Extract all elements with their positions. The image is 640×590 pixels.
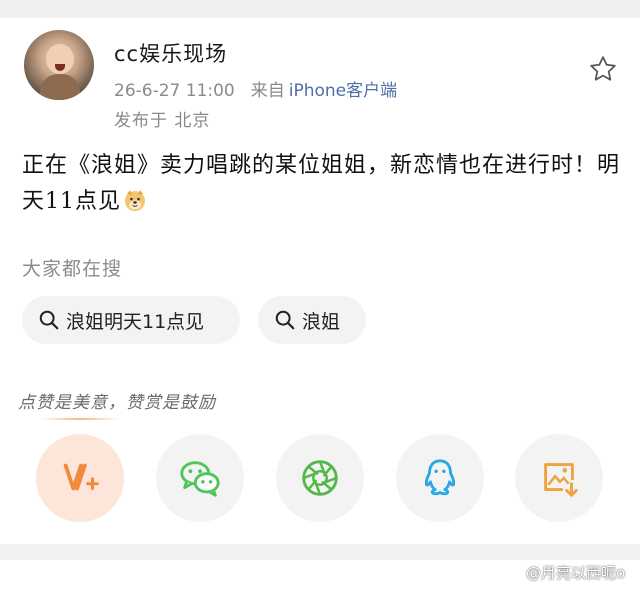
search-icon — [275, 310, 295, 330]
share-wechat-button[interactable] — [156, 434, 244, 522]
doge-emoji-icon — [125, 190, 145, 211]
user-avatar[interactable] — [24, 30, 94, 100]
search-chip-label: 浪姐 — [302, 310, 341, 333]
share-moments-button[interactable] — [276, 434, 364, 522]
search-chip[interactable]: 浪姐明天11点见 — [22, 296, 240, 344]
share-qq-button[interactable] — [396, 434, 484, 522]
search-icon — [39, 310, 59, 330]
post-timestamp: 26-6-27 11:00 — [114, 81, 235, 101]
post-content: 正在《浪姐》卖力唱跳的某位姐姐，新恋情也在进行时！明天11点见 — [22, 148, 622, 220]
vplus-icon — [63, 463, 99, 491]
username[interactable]: cc娱乐现场 — [114, 38, 227, 68]
weibo-watermark: @月亮以西呢o — [500, 562, 625, 583]
wechat-icon — [180, 461, 220, 497]
save-image-button[interactable] — [515, 434, 603, 522]
qq-icon — [424, 459, 456, 496]
favorite-star-icon[interactable] — [588, 54, 618, 84]
trending-search-label: 大家都在搜 — [22, 258, 123, 280]
reward-tip-underline — [40, 418, 120, 420]
reward-tip: 点赞是美意，赞赏是鼓励 — [18, 393, 216, 413]
moments-icon — [302, 460, 338, 496]
avatar-body — [40, 74, 80, 100]
reward-vplus-button[interactable] — [36, 434, 124, 522]
top-divider — [0, 0, 640, 18]
source-prefix: 来自 — [250, 81, 285, 101]
save-image-icon — [544, 463, 578, 497]
watermark-text: @月亮以西呢o — [526, 564, 626, 582]
source-app-link[interactable]: iPhone客户端 — [289, 81, 397, 101]
post-meta: 26-6-27 11:00 来自 iPhone客户端 — [114, 76, 397, 101]
post-location: 发布于 北京 — [114, 111, 211, 131]
weibo-logo-icon — [500, 565, 520, 581]
post-content-text: 正在《浪姐》卖力唱跳的某位姐姐，新恋情也在进行时！明天11点见 — [22, 153, 621, 214]
search-chip[interactable]: 浪姐 — [258, 296, 366, 344]
search-chip-label: 浪姐明天11点见 — [66, 310, 205, 333]
